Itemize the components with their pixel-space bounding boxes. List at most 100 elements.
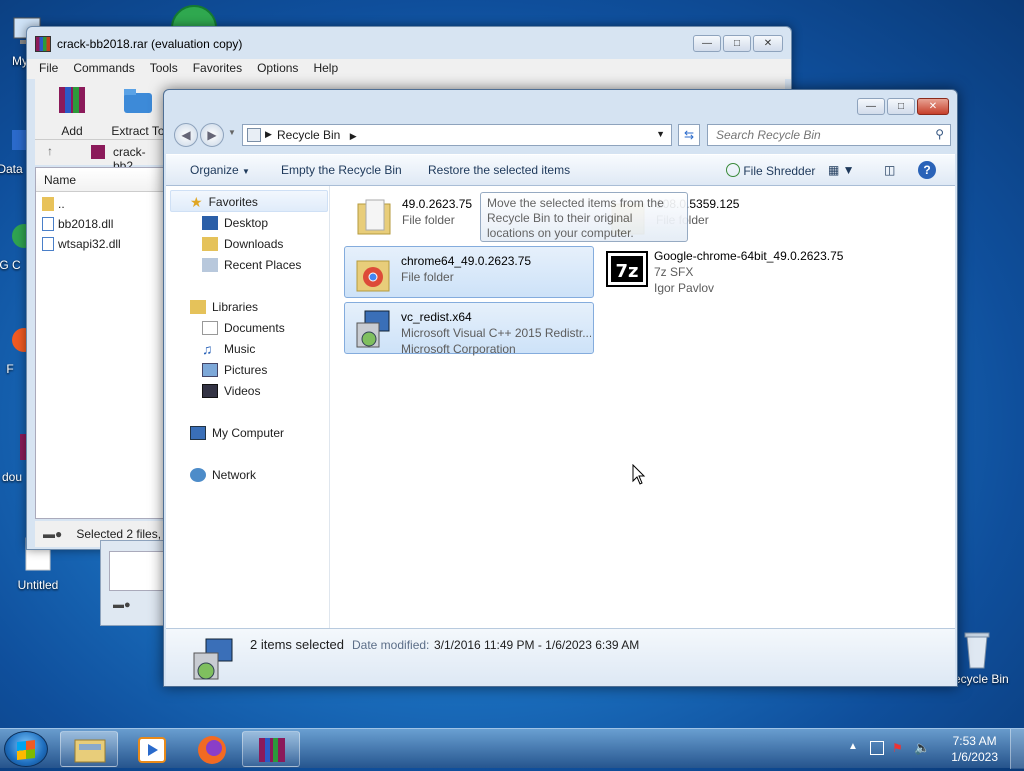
nav-item-my-computer[interactable]: My Computer xyxy=(190,423,284,443)
breadcrumb-arrow-icon[interactable]: ▶ xyxy=(265,129,272,140)
minimize-button[interactable]: — xyxy=(693,35,721,52)
list-item[interactable]: chrome64_49.0.2623.75 File folder xyxy=(344,246,594,298)
preview-pane-button[interactable]: ◫ xyxy=(884,163,895,177)
computer-icon xyxy=(190,426,206,440)
navigation-bar: ◀ ▶ ▼ ▶ Recycle Bin ▶ ▼ ⇆ ⚲ xyxy=(170,122,951,148)
desktop-icon-label: dou xyxy=(1,470,23,484)
item-company: Igor Pavlov xyxy=(654,281,715,295)
nav-item-documents[interactable]: Documents xyxy=(202,318,285,338)
folder-icon xyxy=(357,199,391,235)
up-arrow-icon[interactable]: ↑ xyxy=(47,144,53,158)
date-modified-label: Date modified: xyxy=(352,638,430,652)
downloads-folder-icon xyxy=(202,237,218,251)
menu-file[interactable]: File xyxy=(39,61,58,79)
file-name: .. xyxy=(58,196,65,211)
item-type: File folder xyxy=(401,270,454,284)
organize-label: Organize xyxy=(190,163,239,177)
column-header-name[interactable]: Name xyxy=(36,168,164,192)
clock-date: 1/6/2023 xyxy=(951,750,998,764)
list-item[interactable]: 7z Google-chrome-64bit_49.0.2623.75 7z S… xyxy=(598,242,848,295)
volume-icon[interactable]: 🔈 xyxy=(914,740,930,756)
restore-selected-button[interactable]: Restore the selected items xyxy=(428,163,570,177)
breadcrumb-recycle-bin[interactable]: Recycle Bin xyxy=(277,128,340,142)
taskbar-explorer[interactable] xyxy=(60,731,118,767)
menu-commands[interactable]: Commands xyxy=(73,61,134,79)
help-icon[interactable]: ? xyxy=(918,161,936,179)
menu-tools[interactable]: Tools xyxy=(150,61,178,79)
nav-item-downloads[interactable]: Downloads xyxy=(202,234,283,254)
desktop-icon-label: F xyxy=(6,362,14,376)
installer-icon xyxy=(356,310,390,348)
refresh-button[interactable]: ⇆ xyxy=(678,124,700,146)
back-button[interactable]: ◀ xyxy=(174,123,198,147)
content-area: ★ Favorites Desktop Downloads Recent Pla… xyxy=(166,186,955,628)
dll-file-icon xyxy=(42,236,54,251)
nav-item-recent-places[interactable]: Recent Places xyxy=(202,255,301,275)
list-item[interactable]: vc_redist.x64 Microsoft Visual C++ 2015 … xyxy=(344,302,594,356)
show-hidden-icons-icon[interactable]: ▲ xyxy=(848,741,858,752)
address-bar[interactable]: ▶ Recycle Bin ▶ ▼ xyxy=(242,124,672,146)
nav-item-music[interactable]: ♫ Music xyxy=(202,339,255,359)
music-icon: ♫ xyxy=(202,341,213,357)
show-desktop-button[interactable] xyxy=(1010,729,1024,769)
view-options-button[interactable]: ▦ ▼ xyxy=(828,163,855,177)
file-shredder-button[interactable]: File Shredder xyxy=(726,163,815,178)
media-player-icon xyxy=(138,737,166,763)
recent-pages-icon[interactable]: ▼ xyxy=(228,128,236,137)
taskbar-winrar[interactable] xyxy=(242,731,300,767)
menu-favorites[interactable]: Favorites xyxy=(193,61,242,79)
empty-recycle-bin-button[interactable]: Empty the Recycle Bin xyxy=(281,163,402,177)
maximize-button[interactable]: □ xyxy=(723,35,751,52)
nav-item-videos[interactable]: Videos xyxy=(202,381,260,401)
list-item[interactable]: .. xyxy=(36,192,164,212)
forward-button[interactable]: ▶ xyxy=(200,123,224,147)
close-button[interactable]: ✕ xyxy=(753,35,783,52)
background-window: ▬● xyxy=(100,540,166,626)
nav-item-desktop[interactable]: Desktop xyxy=(202,213,268,233)
list-item[interactable]: wtsapi32.dll xyxy=(36,232,164,252)
minimize-button[interactable]: — xyxy=(857,98,885,115)
close-button[interactable]: ✕ xyxy=(917,98,949,115)
menu-help[interactable]: Help xyxy=(313,61,338,79)
maximize-button[interactable]: □ xyxy=(887,98,915,115)
windows-logo-icon xyxy=(17,740,35,760)
nav-item-network[interactable]: Network xyxy=(190,465,256,485)
taskbar: ▲ ⚑ 🔈 7:53 AM 1/6/2023 xyxy=(0,728,1024,769)
search-icon[interactable]: ⚲ xyxy=(935,127,944,141)
desktop-icon-label: G C xyxy=(0,258,21,272)
nav-label: Videos xyxy=(224,384,261,398)
winrar-titlebar[interactable]: crack-bb2018.rar (evaluation copy) — □ ✕ xyxy=(27,27,791,59)
videos-icon xyxy=(202,384,218,398)
extract-folder-icon xyxy=(124,89,152,113)
add-button[interactable]: Add xyxy=(41,83,103,138)
taskbar-firefox[interactable] xyxy=(182,731,240,767)
taskbar-media-player[interactable] xyxy=(122,731,180,767)
libraries-icon xyxy=(190,300,206,314)
mouse-cursor-icon xyxy=(632,464,646,485)
address-dropdown-icon[interactable]: ▼ xyxy=(656,129,665,139)
menu-options[interactable]: Options xyxy=(257,61,298,79)
nav-item-pictures[interactable]: Pictures xyxy=(202,360,267,380)
details-pane: 2 items selected Date modified: 3/1/2016… xyxy=(166,628,955,686)
archive-icon xyxy=(91,145,105,159)
recycle-bin-icon xyxy=(964,632,990,669)
start-button[interactable] xyxy=(4,731,48,767)
documents-icon xyxy=(202,321,218,335)
breadcrumb-arrow-icon[interactable]: ▶ xyxy=(350,131,357,141)
nav-item-favorites[interactable]: ★ Favorites xyxy=(190,192,258,212)
search-input[interactable] xyxy=(714,126,924,144)
search-box[interactable]: ⚲ xyxy=(707,124,951,146)
nav-item-libraries[interactable]: Libraries xyxy=(190,297,258,317)
item-name: Google-chrome-64bit_49.0.2623.75 xyxy=(654,249,844,263)
organize-button[interactable]: Organize ▼ xyxy=(190,163,250,177)
svg-text:7z: 7z xyxy=(615,261,638,282)
clock[interactable]: 7:53 AM 1/6/2023 xyxy=(951,733,998,765)
restore-tooltip: Move the selected items from the Recycle… xyxy=(480,192,688,242)
desktop-icon-label: Data xyxy=(0,162,23,176)
list-item[interactable]: bb2018.dll xyxy=(36,212,164,232)
action-center-icon[interactable]: ⚑ xyxy=(892,741,903,755)
winrar-file-list: Name .. bb2018.dll wtsapi32.dll xyxy=(35,167,165,519)
network-tray-icon[interactable] xyxy=(870,741,884,755)
winrar-app-icon xyxy=(35,36,51,52)
shredder-icon xyxy=(726,163,740,177)
